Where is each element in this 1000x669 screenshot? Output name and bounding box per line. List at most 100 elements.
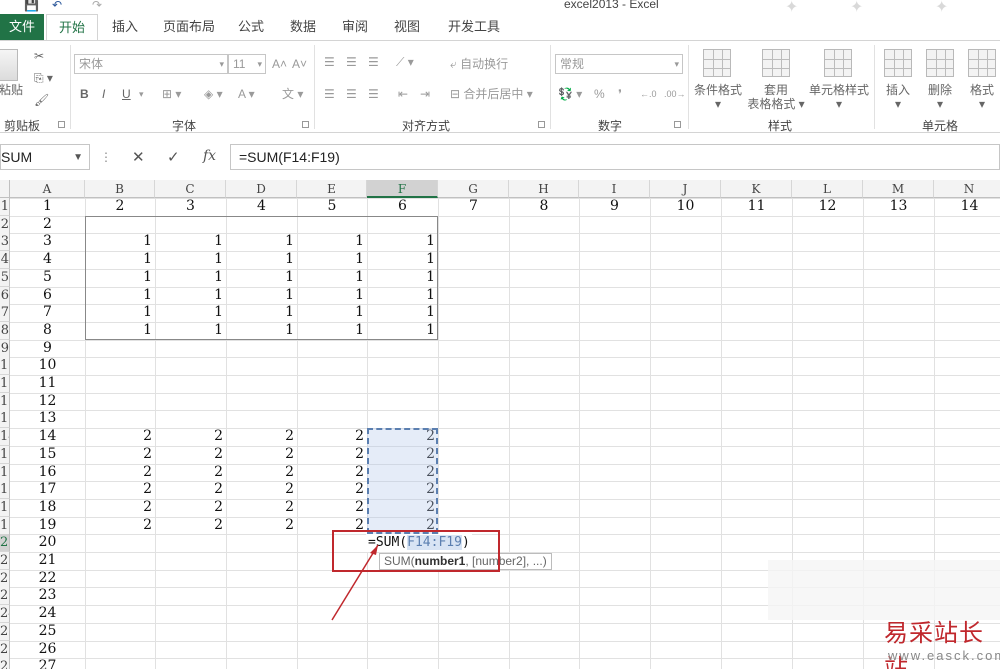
italic-button[interactable]: I: [102, 85, 105, 103]
grid-cell[interactable]: 11: [10, 375, 85, 392]
grid-cell[interactable]: 1: [297, 269, 367, 286]
border-icon[interactable]: ⊞ ▾: [162, 85, 181, 103]
grid-cell[interactable]: 2: [155, 481, 226, 498]
format-painter-icon[interactable]: 🖌: [34, 91, 49, 109]
align-center-icon[interactable]: ☰: [346, 85, 357, 103]
row-header[interactable]: 16: [0, 464, 10, 482]
format-cells-icon[interactable]: [968, 49, 996, 77]
grid-cell[interactable]: 2: [85, 517, 155, 534]
formula-input[interactable]: =SUM(F14:F19): [230, 144, 1000, 170]
comma-style-icon[interactable]: ❜: [618, 85, 622, 103]
row-header[interactable]: 5: [0, 269, 10, 287]
format-cells-button[interactable]: 格式 ▾: [964, 83, 1000, 111]
row-header[interactable]: 27: [0, 658, 10, 669]
row-header[interactable]: 26: [0, 641, 10, 659]
grid-cell[interactable]: 7: [10, 304, 85, 321]
column-header-g[interactable]: G: [438, 180, 509, 198]
tab-insert[interactable]: 插入: [100, 14, 150, 40]
wrap-text-button[interactable]: ⤶ 自动换行: [450, 55, 508, 73]
percent-button[interactable]: %: [594, 85, 605, 103]
insert-function-icon[interactable]: fx: [203, 148, 216, 164]
row-header[interactable]: 10: [0, 357, 10, 375]
decrease-decimal-icon[interactable]: .00→: [664, 85, 686, 103]
save-icon[interactable]: 💾: [24, 0, 39, 12]
grid-cell[interactable]: 14: [10, 428, 85, 445]
grid-cell[interactable]: 2: [155, 499, 226, 516]
grid-cell[interactable]: 1: [85, 287, 155, 304]
grid-cell[interactable]: 2: [297, 428, 367, 445]
row-header[interactable]: 11: [0, 375, 10, 393]
grid-cell[interactable]: 1: [297, 304, 367, 321]
enter-formula-icon[interactable]: ✓: [167, 148, 180, 166]
tab-developer[interactable]: 开发工具: [436, 14, 512, 40]
grid-cell[interactable]: 2: [226, 481, 297, 498]
grid-cell[interactable]: 1: [85, 251, 155, 268]
grid-cell[interactable]: 2: [155, 517, 226, 534]
grid-cell[interactable]: 7: [438, 198, 509, 215]
row-header[interactable]: 7: [0, 304, 10, 322]
grid-cell[interactable]: 20: [10, 534, 85, 551]
row-header[interactable]: 1: [0, 198, 10, 216]
grid-cell[interactable]: 2: [297, 446, 367, 463]
redo-icon[interactable]: ↷: [92, 0, 102, 12]
row-header[interactable]: 2: [0, 216, 10, 234]
row-header[interactable]: 17: [0, 481, 10, 499]
font-color-button[interactable]: A ▾: [238, 85, 255, 103]
grid-cell[interactable]: 2: [367, 464, 438, 481]
grid-cell[interactable]: 1: [226, 304, 297, 321]
row-header[interactable]: 14: [0, 428, 10, 446]
decrease-indent-icon[interactable]: ⇤: [398, 85, 408, 103]
grid-cell[interactable]: 3: [155, 198, 226, 215]
grid-cell[interactable]: 1: [226, 322, 297, 339]
row-header[interactable]: 24: [0, 605, 10, 623]
grid-cell[interactable]: 1: [226, 269, 297, 286]
copy-icon[interactable]: ⎘ ▾: [34, 69, 53, 87]
tab-review[interactable]: 审阅: [332, 14, 378, 40]
grid-cell[interactable]: 2: [367, 446, 438, 463]
column-header-f[interactable]: F: [367, 180, 438, 198]
shrink-font-button[interactable]: A˅: [292, 55, 307, 73]
grid-cell[interactable]: 2: [367, 428, 438, 445]
grid-cell[interactable]: 1: [367, 251, 438, 268]
grid-cell[interactable]: 21: [10, 552, 85, 569]
row-header[interactable]: 25: [0, 623, 10, 641]
grid-cell[interactable]: 2: [226, 464, 297, 481]
increase-decimal-icon[interactable]: ←.0: [640, 85, 657, 103]
column-header-b[interactable]: B: [85, 180, 155, 198]
grid-cell[interactable]: 2: [226, 446, 297, 463]
grid-cell[interactable]: 2: [226, 499, 297, 516]
column-header-e[interactable]: E: [297, 180, 367, 198]
cut-icon[interactable]: ✂: [34, 47, 44, 65]
row-header[interactable]: 12: [0, 393, 10, 411]
insert-cells-icon[interactable]: [884, 49, 912, 77]
grid-cell[interactable]: 27: [10, 658, 85, 669]
row-header[interactable]: 20: [0, 534, 10, 552]
grid-cell[interactable]: 2: [367, 481, 438, 498]
grid-cell[interactable]: 2: [85, 428, 155, 445]
select-all-corner[interactable]: [0, 180, 10, 198]
orientation-icon[interactable]: ⟋ ▾: [396, 53, 414, 71]
grid-cell[interactable]: 12: [792, 198, 863, 215]
grid-cell[interactable]: 1: [226, 287, 297, 304]
cell-styles-icon[interactable]: [824, 49, 852, 77]
clipboard-launcher-icon[interactable]: [58, 121, 65, 128]
align-top-icon[interactable]: ☰: [324, 53, 335, 71]
font-launcher-icon[interactable]: [302, 121, 309, 128]
currency-icon[interactable]: 💱 ▾: [558, 85, 582, 103]
grid-cell[interactable]: 1: [155, 269, 226, 286]
row-header[interactable]: 6: [0, 287, 10, 305]
grid-cell[interactable]: 1: [367, 233, 438, 250]
underline-dropdown-icon[interactable]: ▾: [139, 85, 144, 103]
grid-cell[interactable]: 2: [226, 428, 297, 445]
grid-cell[interactable]: 26: [10, 641, 85, 658]
delete-cells-icon[interactable]: [926, 49, 954, 77]
grid-cell[interactable]: 2: [85, 481, 155, 498]
grid-cell[interactable]: 17: [10, 481, 85, 498]
grid-cell[interactable]: 14: [934, 198, 1000, 215]
row-header[interactable]: 13: [0, 410, 10, 428]
grid-cell[interactable]: 6: [10, 287, 85, 304]
column-header-i[interactable]: I: [579, 180, 650, 198]
grid-cell[interactable]: 2: [297, 481, 367, 498]
phonetic-button[interactable]: 文 ▾: [282, 85, 303, 103]
grid-cell[interactable]: 1: [85, 304, 155, 321]
